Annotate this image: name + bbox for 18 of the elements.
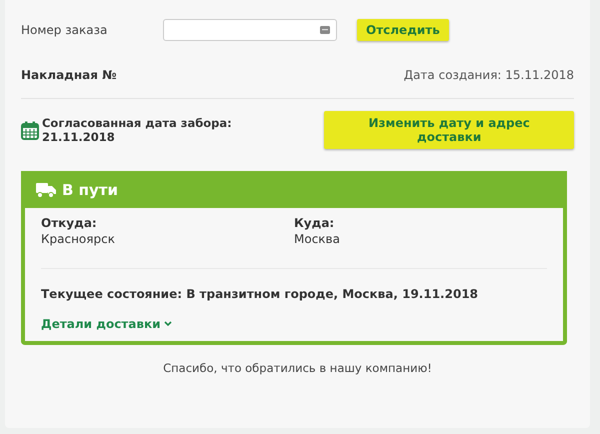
to-label: Куда:	[294, 216, 336, 230]
change-delivery-button[interactable]: Изменить дату и адрес доставки	[324, 111, 574, 149]
thanks-message: Спасибо, что обратились в нашу компанию!	[162, 361, 433, 375]
creation-date: Дата создания: 15.11.2018	[404, 68, 574, 82]
status-title: В пути	[62, 181, 118, 199]
to-city: Москва	[294, 232, 341, 246]
track-button[interactable]: Отследить	[357, 19, 449, 41]
delivery-details-link[interactable]: Детали доставки	[41, 317, 172, 331]
current-status: Текущее состояние: В транзитном городе, Москва, 19.11.2018	[41, 287, 480, 301]
pickup-date: Согласованная дата забора: 21.11.2018	[42, 116, 233, 144]
from-city: Красноярск	[41, 232, 116, 246]
order-label: Номер заказа	[21, 23, 108, 37]
waybill-label: Накладная №	[21, 68, 117, 82]
truck-icon	[36, 182, 56, 198]
calendar-icon	[21, 120, 39, 140]
order-number-field[interactable]	[163, 19, 337, 41]
chevron-icon	[164, 321, 172, 327]
from-label: Откуда:	[41, 216, 98, 230]
